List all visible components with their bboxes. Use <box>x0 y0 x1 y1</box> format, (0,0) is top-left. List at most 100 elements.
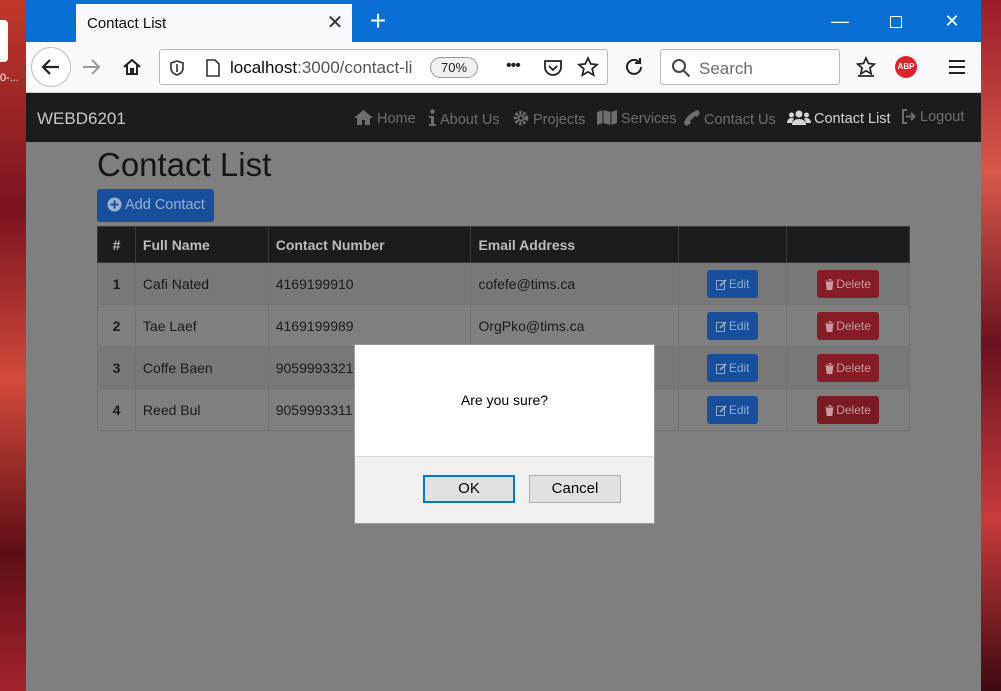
row-edit-cell: Edit <box>678 304 788 347</box>
row-number: 3 <box>97 346 136 389</box>
pocket-icon <box>544 60 562 76</box>
back-button[interactable] <box>31 47 71 87</box>
row-email: cofefe@tims.ca <box>470 262 680 305</box>
gear-icon <box>513 110 529 126</box>
nav-services[interactable]: Services <box>596 109 677 127</box>
zoom-level-badge[interactable]: 70% <box>430 57 478 78</box>
row-delete-cell: Delete <box>786 346 910 389</box>
row-delete-cell: Delete <box>786 388 910 431</box>
new-tab-button[interactable]: + <box>364 6 392 36</box>
dialog-body: Are you sure? <box>355 345 654 457</box>
delete-button[interactable]: Delete <box>817 353 880 382</box>
row-full-name: Reed Bul <box>134 388 269 431</box>
forward-button[interactable] <box>74 50 108 84</box>
home-icon <box>354 110 373 125</box>
edit-icon <box>715 278 727 290</box>
nav-home[interactable]: Home <box>353 109 416 127</box>
phone-icon <box>684 110 700 126</box>
confirm-dialog: Are you sure? OK Cancel <box>354 344 655 524</box>
window-close-button[interactable]: ✕ <box>924 0 980 42</box>
home-icon <box>123 58 141 75</box>
url-path: :3000/contact-li <box>297 58 413 77</box>
row-full-name: Coffe Baen <box>134 346 269 389</box>
browser-toolbar: localhost:3000/contact-li 70% ••• Search… <box>26 42 981 93</box>
tab-close-icon[interactable]: ✕ <box>324 12 346 34</box>
edit-label: Edit <box>728 318 750 333</box>
row-number: 2 <box>97 304 136 347</box>
page-icon <box>206 59 220 77</box>
edit-button[interactable]: Edit <box>707 395 759 424</box>
nav-contact-us[interactable]: Contact Us <box>683 109 776 128</box>
reload-button[interactable] <box>617 50 651 84</box>
header-edit <box>678 226 788 263</box>
maximize-icon <box>890 16 902 29</box>
header-delete <box>786 226 910 263</box>
trash-icon <box>825 320 835 332</box>
info-icon <box>429 109 436 126</box>
header-full-name: Full Name <box>134 226 269 263</box>
page-actions-icon[interactable]: ••• <box>506 57 521 75</box>
maximize-button[interactable] <box>868 0 924 42</box>
ok-button[interactable]: OK <box>423 475 515 503</box>
browser-window: Contact List ✕ + — ✕ localhost:3000/cont… <box>26 0 981 691</box>
row-full-name: Cafi Nated <box>134 262 269 305</box>
add-contact-button[interactable]: Add Contact <box>97 189 214 222</box>
search-bar[interactable]: Search <box>660 49 840 85</box>
row-full-name: Tae Laef <box>134 304 269 347</box>
nav-projects-label: Projects <box>533 112 586 128</box>
forward-arrow-icon <box>83 59 101 75</box>
delete-button[interactable]: Delete <box>817 395 880 424</box>
tab-title: Contact List <box>87 15 167 32</box>
edit-button[interactable]: Edit <box>707 353 759 382</box>
row-delete-cell: Delete <box>786 262 910 305</box>
cancel-button[interactable]: Cancel <box>529 475 621 503</box>
delete-label: Delete <box>836 402 871 417</box>
back-arrow-icon <box>41 59 59 75</box>
row-contact-number: 4169199910 <box>267 262 472 305</box>
nav-logout[interactable]: Logout <box>901 109 964 125</box>
url-host: localhost <box>230 58 298 77</box>
edit-button[interactable]: Edit <box>707 311 759 340</box>
table-row: 1 Cafi Nated 4169199910 cofefe@tims.ca E… <box>97 262 910 305</box>
row-number: 1 <box>97 262 136 305</box>
plus-circle-icon <box>107 197 122 212</box>
delete-button[interactable]: Delete <box>817 311 880 340</box>
header-number: # <box>97 226 136 263</box>
nav-about[interactable]: About Us <box>428 109 500 128</box>
header-email-address: Email Address <box>470 226 680 263</box>
minimize-button[interactable]: — <box>812 0 868 42</box>
bookmark-star-icon <box>577 56 599 77</box>
search-placeholder: Search <box>699 59 753 78</box>
nav-about-label: About Us <box>440 112 500 128</box>
delete-button[interactable]: Delete <box>817 269 880 298</box>
url-text[interactable]: localhost:3000/contact-li <box>230 58 420 78</box>
reload-icon <box>626 58 642 75</box>
browser-titlebar: Contact List ✕ + — ✕ <box>26 0 981 42</box>
edit-label: Edit <box>728 276 750 291</box>
table-row: 2 Tae Laef 4169199989 OrgPko@tims.ca Edi… <box>97 304 910 347</box>
library-button[interactable] <box>849 50 883 84</box>
edit-icon <box>715 320 727 332</box>
nav-contact-us-label: Contact Us <box>704 112 776 128</box>
browser-tab[interactable]: Contact List ✕ <box>76 4 352 42</box>
site-brand[interactable]: WEBD6201 <box>37 109 126 129</box>
hamburger-menu-button[interactable] <box>940 50 974 84</box>
nav-projects[interactable]: Projects <box>512 109 585 128</box>
edit-label: Edit <box>728 360 750 375</box>
nav-services-label: Services <box>621 111 677 127</box>
delete-label: Delete <box>836 360 871 375</box>
nav-logout-label: Logout <box>920 109 965 125</box>
home-button[interactable] <box>115 50 149 84</box>
trash-icon <box>825 362 835 374</box>
delete-label: Delete <box>836 318 871 333</box>
table-header-row: # Full Name Contact Number Email Address <box>97 226 910 263</box>
row-edit-cell: Edit <box>678 262 788 305</box>
adblock-icon[interactable]: ABP <box>895 56 917 78</box>
nav-home-label: Home <box>377 111 416 127</box>
nav-contact-list-label: Contact List <box>814 111 891 127</box>
logout-icon <box>902 109 916 124</box>
url-bar[interactable]: localhost:3000/contact-li 70% ••• <box>159 49 608 85</box>
edit-button[interactable]: Edit <box>707 269 759 298</box>
nav-contact-list[interactable]: Contact List <box>787 109 891 127</box>
desktop-app-icon[interactable] <box>0 20 8 62</box>
